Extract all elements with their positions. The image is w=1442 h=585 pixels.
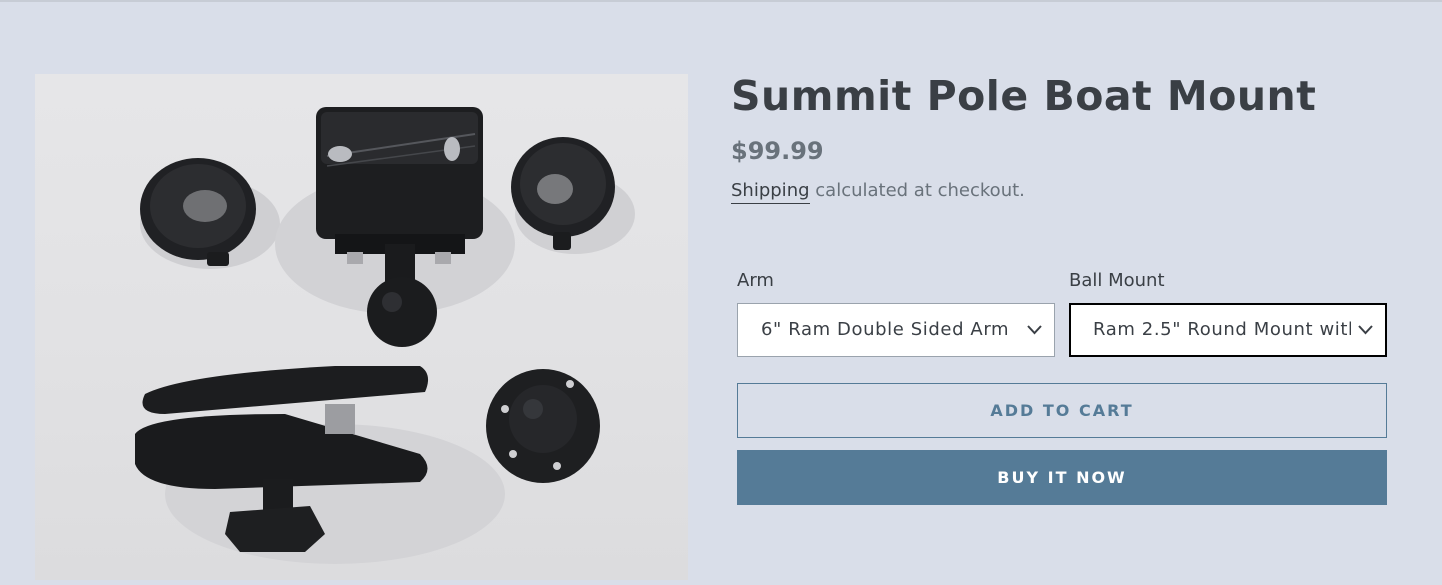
shipping-link[interactable]: Shipping — [731, 180, 810, 204]
shipping-note-text: calculated at checkout. — [815, 180, 1025, 201]
buy-it-now-button[interactable]: BUY IT NOW — [737, 450, 1387, 505]
shipping-note: Shipping calculated at checkout. — [731, 180, 1025, 204]
chevron-down-icon — [1358, 325, 1373, 335]
ball-mount-select-value: Ram 2.5" Round Mount with — [1093, 319, 1351, 340]
arm-select[interactable]: 6" Ram Double Sided Arm — [737, 303, 1055, 357]
chevron-down-icon — [1027, 325, 1042, 335]
add-to-cart-button[interactable]: ADD TO CART — [737, 383, 1387, 438]
product-image[interactable] — [35, 74, 688, 580]
arm-label: Arm — [737, 270, 774, 291]
ball-mount-label: Ball Mount — [1069, 270, 1165, 291]
top-divider — [0, 0, 1442, 2]
product-title: Summit Pole Boat Mount — [731, 72, 1317, 120]
arm-select-value: 6" Ram Double Sided Arm — [761, 319, 1010, 340]
ball-mount-select[interactable]: Ram 2.5" Round Mount with — [1069, 303, 1387, 357]
product-price: $99.99 — [731, 137, 824, 165]
